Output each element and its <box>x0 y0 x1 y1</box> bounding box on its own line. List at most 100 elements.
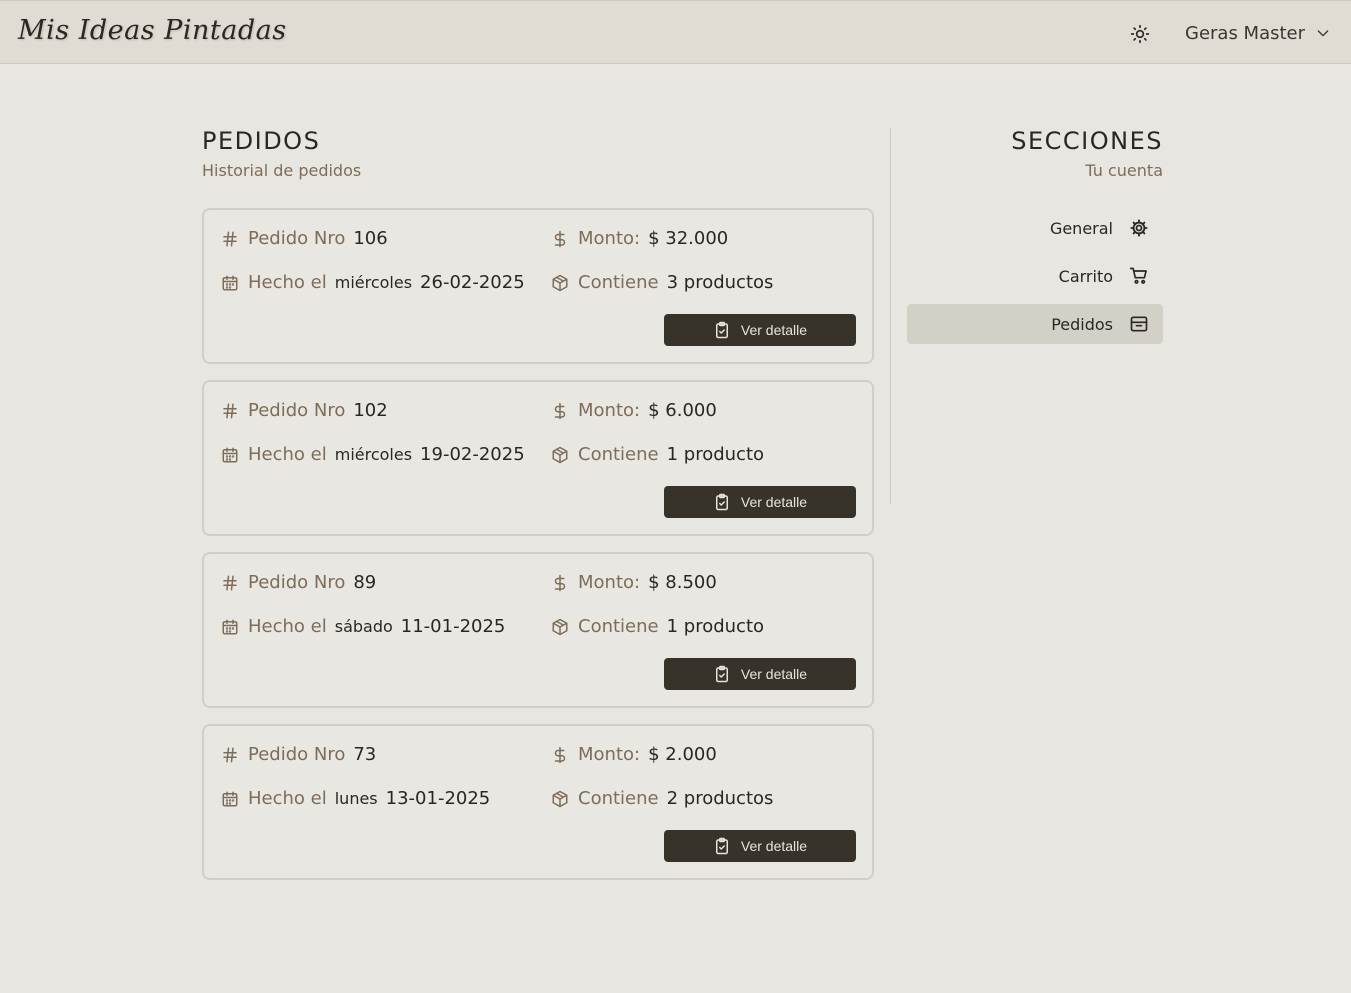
order-contents-row: Contiene 3 productos <box>550 272 773 293</box>
view-detail-button[interactable]: Ver detalle <box>664 658 856 690</box>
order-contents-row: Contiene 1 producto <box>550 616 764 637</box>
calendar-icon <box>220 273 240 293</box>
box-icon <box>550 445 570 465</box>
order-date: 11-01-2025 <box>400 616 506 637</box>
order-products: 1 producto <box>666 444 765 465</box>
sidebar-subtitle: Tu cuenta <box>1085 161 1163 180</box>
order-date-row: Hecho el miércoles 26-02-2025 <box>220 272 525 293</box>
clipboard-check-icon <box>715 321 728 339</box>
order-card: Pedido Nro 89 Monto: $ 8.500 Hecho el sá… <box>202 552 874 708</box>
sidebar-item-label: Pedidos <box>1051 314 1113 334</box>
order-weekday: miércoles <box>334 273 413 292</box>
order-date-label: Hecho el <box>248 788 327 809</box>
order-number-label: Pedido Nro <box>248 228 346 249</box>
gear-icon <box>1129 218 1149 238</box>
order-weekday: miércoles <box>334 445 413 464</box>
order-contents-label: Contiene <box>578 616 659 637</box>
sidebar-item-label: General <box>1049 218 1113 238</box>
view-detail-button[interactable]: Ver detalle <box>664 486 856 518</box>
box-icon <box>550 789 570 809</box>
order-date: 13-01-2025 <box>385 788 491 809</box>
order-number-label: Pedido Nro <box>248 744 346 765</box>
section-divider <box>890 128 891 504</box>
box-icon <box>550 617 570 637</box>
sidebar-item-general[interactable]: General <box>907 208 1163 248</box>
order-products: 2 productos <box>666 788 774 809</box>
cart-icon <box>1129 266 1149 286</box>
order-number-row: Pedido Nro 89 <box>220 572 376 593</box>
order-number-row: Pedido Nro 73 <box>220 744 376 765</box>
dollar-icon <box>550 229 570 249</box>
view-detail-button[interactable]: Ver detalle <box>664 830 856 862</box>
order-contents-label: Contiene <box>578 272 659 293</box>
order-date-row: Hecho el lunes 13-01-2025 <box>220 788 490 809</box>
order-amount-label: Monto: <box>578 744 641 765</box>
dollar-icon <box>550 401 570 421</box>
hash-icon <box>220 573 240 593</box>
order-contents-row: Contiene 1 producto <box>550 444 764 465</box>
order-amount-label: Monto: <box>578 400 641 421</box>
theme-toggle-button[interactable] <box>1126 20 1154 48</box>
hash-icon <box>220 745 240 765</box>
view-detail-button[interactable]: Ver detalle <box>664 314 856 346</box>
order-amount: $ 8.500 <box>648 572 717 593</box>
order-products: 1 producto <box>666 616 765 637</box>
order-number-label: Pedido Nro <box>248 400 346 421</box>
order-number-label: Pedido Nro <box>248 572 346 593</box>
hash-icon <box>220 229 240 249</box>
sidebar-title: SECCIONES <box>1011 127 1163 155</box>
user-name: Geras Master <box>1185 22 1306 44</box>
order-number: 89 <box>353 572 377 593</box>
order-amount: $ 6.000 <box>648 400 717 421</box>
sidebar-item-pedidos[interactable]: Pedidos <box>907 304 1163 344</box>
order-card: Pedido Nro 73 Monto: $ 2.000 Hecho el lu… <box>202 724 874 880</box>
order-weekday: lunes <box>334 789 378 808</box>
view-detail-label: Ver detalle <box>740 838 808 854</box>
dollar-icon <box>550 573 570 593</box>
user-menu[interactable]: Geras Master <box>1185 20 1331 46</box>
order-date: 26-02-2025 <box>420 272 525 293</box>
order-date-label: Hecho el <box>248 616 327 637</box>
order-card: Pedido Nro 106 Monto: $ 32.000 Hecho el … <box>202 208 874 364</box>
box-icon <box>550 273 570 293</box>
calendar-icon <box>220 445 240 465</box>
order-date-label: Hecho el <box>248 444 327 465</box>
view-detail-label: Ver detalle <box>740 322 808 338</box>
order-date-row: Hecho el sábado 11-01-2025 <box>220 616 505 637</box>
clipboard-check-icon <box>715 493 728 511</box>
order-number: 102 <box>353 400 388 421</box>
order-amount-row: Monto: $ 8.500 <box>550 572 717 593</box>
order-amount-label: Monto: <box>578 228 641 249</box>
order-number-row: Pedido Nro 106 <box>220 228 388 249</box>
view-detail-label: Ver detalle <box>740 494 808 510</box>
order-contents-label: Contiene <box>578 788 659 809</box>
order-amount: $ 2.000 <box>648 744 717 765</box>
dollar-icon <box>550 745 570 765</box>
order-amount-row: Monto: $ 6.000 <box>550 400 717 421</box>
calendar-icon <box>220 617 240 637</box>
clipboard-check-icon <box>715 837 728 855</box>
clipboard-check-icon <box>715 665 728 683</box>
page-title: PEDIDOS <box>202 127 321 155</box>
archive-icon <box>1129 314 1149 334</box>
hash-icon <box>220 401 240 421</box>
order-number-row: Pedido Nro 102 <box>220 400 388 421</box>
sidebar-item-carrito[interactable]: Carrito <box>907 256 1163 296</box>
order-card: Pedido Nro 102 Monto: $ 6.000 Hecho el m… <box>202 380 874 536</box>
order-date-row: Hecho el miércoles 19-02-2025 <box>220 444 525 465</box>
order-amount-label: Monto: <box>578 572 641 593</box>
order-weekday: sábado <box>334 617 393 636</box>
order-number: 106 <box>353 228 388 249</box>
site-logo[interactable]: Mis Ideas Pintadas <box>18 15 287 46</box>
order-amount-row: Monto: $ 32.000 <box>550 228 728 249</box>
order-date-label: Hecho el <box>248 272 327 293</box>
top-navbar: Mis Ideas Pintadas Geras Master <box>0 0 1351 64</box>
order-amount-row: Monto: $ 2.000 <box>550 744 717 765</box>
sidebar-item-label: Carrito <box>1058 266 1113 286</box>
order-contents-row: Contiene 2 productos <box>550 788 773 809</box>
calendar-icon <box>220 789 240 809</box>
chevron-down-icon <box>1317 30 1329 37</box>
order-number: 73 <box>353 744 377 765</box>
page-subtitle: Historial de pedidos <box>202 161 362 180</box>
order-contents-label: Contiene <box>578 444 659 465</box>
